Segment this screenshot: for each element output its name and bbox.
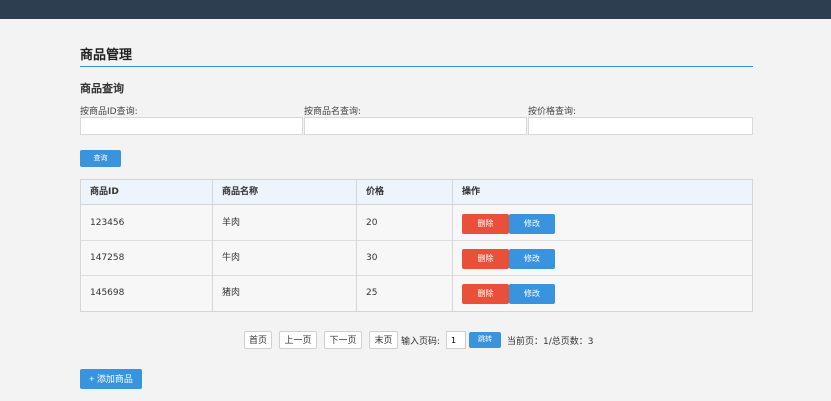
price-query-label: 按价格查询: (528, 107, 577, 117)
delete-button[interactable]: 删除 (462, 214, 509, 234)
table-row: 147258 牛肉 30 删除 修改 (81, 241, 752, 276)
header-product-name: 商品名称 (222, 187, 259, 197)
next-page-button[interactable]: 下一页 (324, 331, 362, 349)
cell-product-name: 牛肉 (222, 253, 241, 263)
page-input-label: 输入页码: (401, 337, 441, 347)
table-header: 商品ID 商品名称 价格 操作 (81, 180, 752, 205)
title-divider (80, 66, 753, 67)
header-product-id: 商品ID (90, 187, 119, 197)
cell-price: 25 (366, 288, 378, 298)
table-row: 145698 猪肉 25 删除 修改 (81, 276, 752, 311)
product-table: 商品ID 商品名称 价格 操作 123456 羊肉 20 删除 修改 14725… (80, 179, 753, 312)
table-row: 123456 羊肉 20 删除 修改 (81, 206, 752, 241)
query-button[interactable]: 查询 (80, 150, 121, 167)
page-number-input[interactable] (446, 331, 466, 349)
cell-product-name: 猪肉 (222, 288, 241, 298)
edit-button[interactable]: 修改 (509, 249, 555, 269)
add-product-button[interactable]: + 添加商品 (80, 369, 142, 389)
cell-price: 30 (366, 253, 378, 263)
header-price: 价格 (366, 187, 385, 197)
column-divider (356, 180, 357, 311)
name-query-label: 按商品名查询: (304, 107, 362, 117)
id-query-input[interactable] (80, 117, 303, 135)
query-section-title: 商品查询 (80, 82, 124, 95)
first-page-button[interactable]: 首页 (244, 331, 272, 349)
delete-button[interactable]: 删除 (462, 284, 509, 304)
edit-button[interactable]: 修改 (509, 214, 555, 234)
id-query-label: 按商品ID查询: (80, 107, 138, 117)
edit-button[interactable]: 修改 (509, 284, 555, 304)
name-query-input[interactable] (304, 117, 527, 135)
last-page-button[interactable]: 末页 (369, 331, 398, 349)
delete-button[interactable]: 删除 (462, 249, 509, 269)
cell-product-name: 羊肉 (222, 218, 241, 228)
page-status: 当前页：1/总页数：3 (507, 337, 594, 347)
column-divider (452, 180, 453, 311)
header-actions: 操作 (462, 187, 481, 197)
page-title: 商品管理 (80, 48, 133, 63)
column-divider (212, 180, 213, 311)
jump-button[interactable]: 跳转 (469, 332, 501, 348)
cell-product-id: 123456 (90, 218, 125, 228)
cell-price: 20 (366, 218, 378, 228)
top-navbar (0, 0, 831, 19)
price-query-input[interactable] (528, 117, 753, 135)
cell-product-id: 147258 (90, 253, 125, 263)
prev-page-button[interactable]: 上一页 (279, 331, 317, 349)
cell-product-id: 145698 (90, 288, 125, 298)
